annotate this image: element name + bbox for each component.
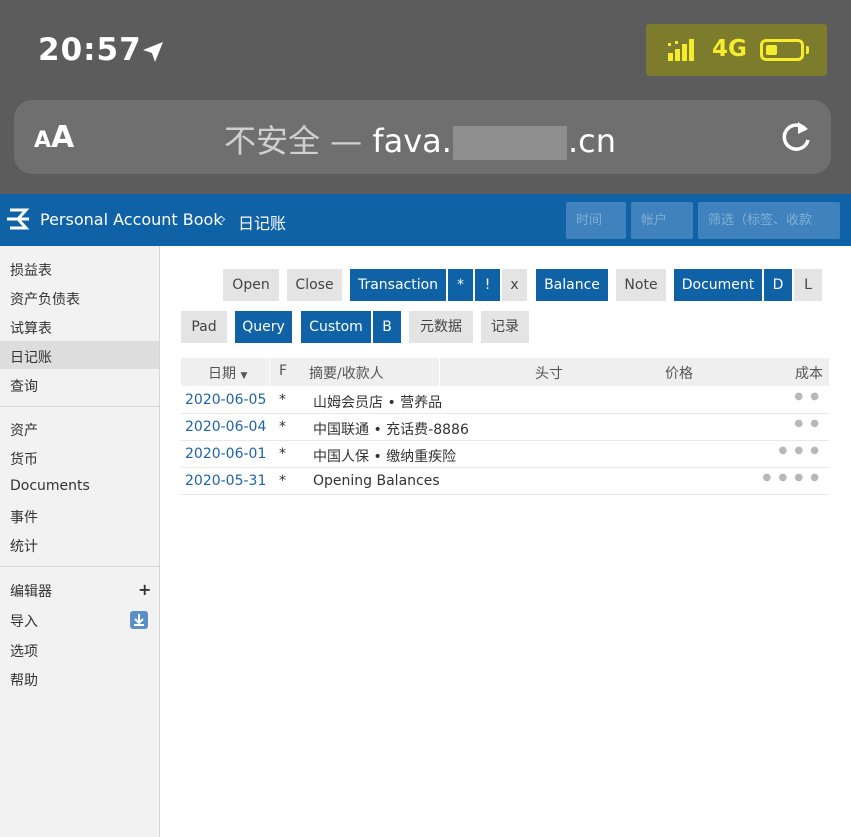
sidebar: 损益表 资产负债表 试算表 日记账 查询 资产 货币 Documents 事件 … [0,246,160,837]
status-indicators: 4G [646,24,827,76]
download-icon[interactable] [130,611,148,629]
url-text[interactable]: 不安全 — fava. .cn [224,116,616,162]
reload-icon[interactable] [778,118,814,156]
sidebar-item-statistics[interactable]: 统计 [10,536,38,556]
sort-desc-icon: ▼ [240,371,248,381]
sidebar-item-trial-balance[interactable]: 试算表 [10,318,52,338]
page-title: 日记账 [238,214,287,233]
sidebar-item-journal[interactable]: 日记账 [10,347,52,367]
filter-records-button[interactable]: 记录 [481,311,529,343]
journal-row[interactable]: 2020-05-31 * Opening Balances ● ● ● ● [181,468,829,495]
filter-transaction-button[interactable]: Transaction [350,269,446,301]
filter-custom-b-button[interactable]: B [373,311,401,343]
sidebar-item-commodities[interactable]: 货币 [10,449,38,469]
column-position[interactable]: 头寸 [535,363,563,383]
filter-document-button[interactable]: Document [674,269,762,301]
signal-bars-icon [668,39,694,61]
sidebar-item-options[interactable]: 选项 [10,641,38,661]
sidebar-item-balance-sheet[interactable]: 资产负债表 [10,289,80,309]
location-arrow-icon [143,42,163,62]
sidebar-item-query[interactable]: 查询 [10,376,38,396]
journal-row[interactable]: 2020-06-01 * 中国人保 • 缴纳重疾险 ● ● ● [181,441,829,468]
sidebar-item-import[interactable]: 导入 [10,611,38,631]
filter-close-button[interactable]: Close [287,269,342,301]
breadcrumb-separator: › [220,209,227,228]
entry-flag: * [279,392,286,408]
app-header: Personal Account Book › 日记账 时间 帐户 筛选（标签、… [0,194,851,246]
sidebar-divider [0,566,159,567]
column-price[interactable]: 价格 [665,363,693,383]
sidebar-item-documents[interactable]: Documents [10,478,90,494]
sidebar-divider [0,406,159,407]
sidebar-item-help[interactable]: 帮助 [10,670,38,690]
journal-header-row: 日期 ▼ F 摘要/收款人 头寸 价格 成本 [181,358,829,386]
entry-description: 中国联通 • 充话费-8886 [313,422,469,438]
entry-flag: * [279,473,286,489]
filter-pad-button[interactable]: Pad [181,311,227,343]
column-payee-narration[interactable]: 摘要/收款人 [309,363,384,383]
redacted-domain [452,126,567,160]
url-prefix: fava. [372,122,452,160]
ledger-title[interactable]: Personal Account Book [40,210,223,229]
column-flag[interactable]: F [279,363,287,379]
filter-other-flag-button[interactable]: x [502,269,527,301]
filter-open-button[interactable]: Open [223,269,279,301]
network-type: 4G [712,36,747,62]
entry-date[interactable]: 2020-06-05 [185,392,266,408]
filter-metadata-button[interactable]: 元数据 [409,311,473,343]
account-filter-input[interactable]: 帐户 [631,202,693,239]
time-filter-input[interactable]: 时间 [566,202,626,239]
posting-indicators: ● ● ● [778,445,821,456]
column-cost[interactable]: 成本 [795,363,823,383]
text-size-button[interactable]: AA [34,120,74,155]
journal-row[interactable]: 2020-06-04 * 中国联通 • 充话费-8886 ● ● [181,414,829,441]
tag-filter-input[interactable]: 筛选（标签、收款 [698,202,840,239]
filter-cleared-button[interactable]: * [448,269,473,301]
insecure-label: 不安全 — [224,122,363,160]
editor-add-icon[interactable]: + [138,580,151,599]
filter-pending-button[interactable]: ! [475,269,500,301]
posting-indicators: ● ● [794,418,821,429]
filter-custom-button[interactable]: Custom [301,311,371,343]
filter-balance-button[interactable]: Balance [536,269,608,301]
entry-date[interactable]: 2020-06-01 [185,446,266,462]
entry-flag: * [279,419,286,435]
battery-icon [760,39,804,61]
journal-row[interactable]: 2020-06-05 * 山姆会员店 • 营养品 ● ● [181,387,829,414]
column-separator [269,358,270,386]
entry-flag: * [279,446,286,462]
sidebar-item-editor[interactable]: 编辑器 [10,581,52,601]
fava-logo-icon[interactable] [4,204,32,234]
filter-document-l-button[interactable]: L [794,269,822,301]
posting-indicators: ● ● ● ● [762,472,821,483]
posting-indicators: ● ● [794,391,821,402]
entry-date[interactable]: 2020-06-04 [185,419,266,435]
battery-cap [806,46,809,54]
url-suffix: .cn [567,122,616,160]
filter-note-button[interactable]: Note [616,269,666,301]
status-time: 20:57 [38,32,142,68]
sidebar-item-income-statement[interactable]: 损益表 [10,260,52,280]
entry-description: 中国人保 • 缴纳重疾险 [313,449,457,465]
column-separator [439,358,440,386]
column-date[interactable]: 日期 ▼ [208,363,247,383]
filter-query-button[interactable]: Query [235,311,292,343]
entry-description: 山姆会员店 • 营养品 [313,395,443,411]
entry-description: Opening Balances [313,473,440,489]
ios-top-bar: 20:57 4G AA 不安全 — fava. .cn [0,0,851,194]
entry-date[interactable]: 2020-05-31 [185,473,266,489]
sidebar-item-holdings[interactable]: 资产 [10,420,38,440]
sidebar-item-events[interactable]: 事件 [10,507,38,527]
address-bar[interactable]: AA 不安全 — fava. .cn [14,100,831,174]
filter-document-d-button[interactable]: D [764,269,792,301]
